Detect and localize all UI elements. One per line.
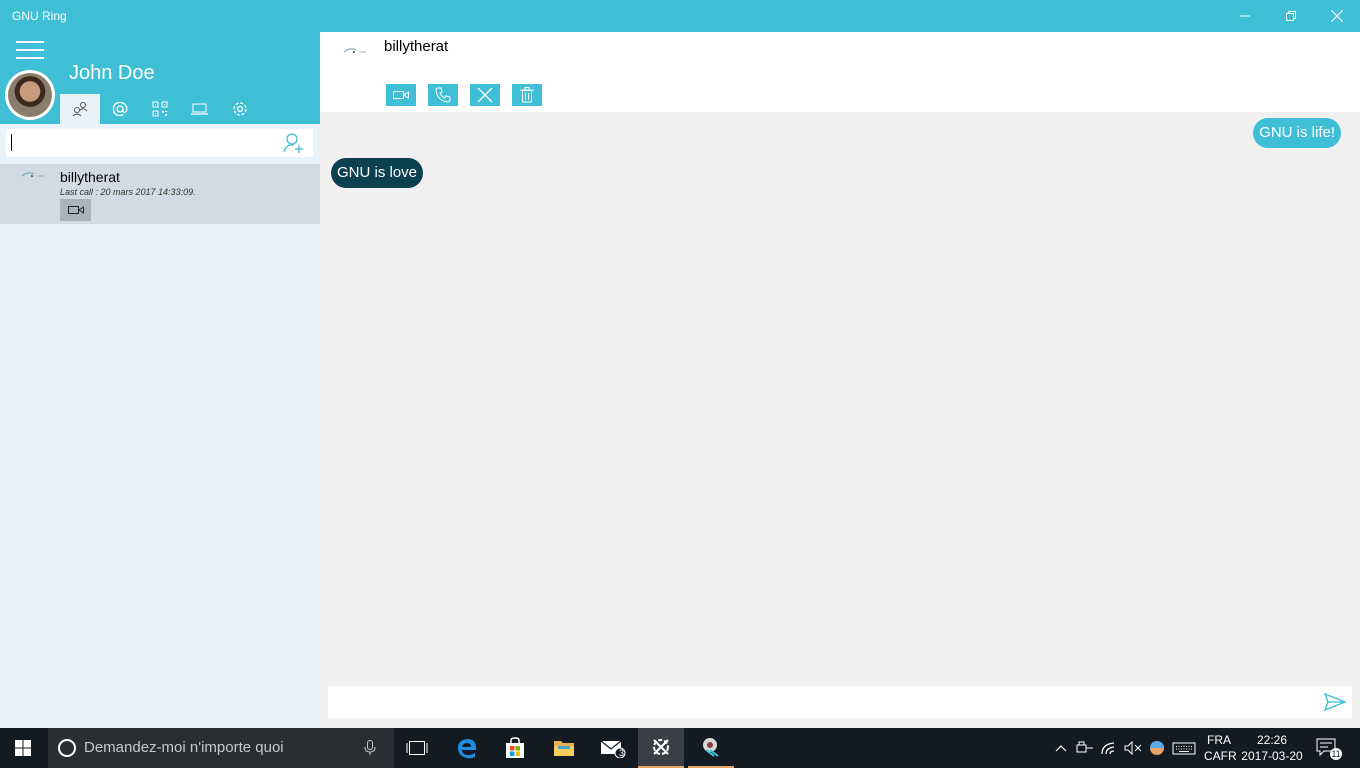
contact-name: billytherat (60, 169, 120, 185)
contacts-icon (72, 102, 88, 117)
chevron-up-icon (1055, 745, 1067, 752)
minimize-button[interactable] (1222, 0, 1268, 32)
taskbar: Demandez-moi n'importe quoi 3 FRA CAFR 2… (0, 728, 1360, 768)
wifi-tray[interactable] (1100, 740, 1118, 756)
close-icon (477, 87, 493, 103)
edge-icon (458, 739, 476, 759)
close-window-button[interactable] (1314, 0, 1360, 32)
language-code: FRA (1207, 733, 1231, 747)
microphone-icon[interactable] (364, 740, 376, 756)
colored-orb-icon (1150, 741, 1164, 755)
volume-tray[interactable] (1124, 740, 1142, 756)
restore-icon (1286, 11, 1296, 21)
search-contact-field[interactable] (6, 129, 313, 157)
app-knot-icon (653, 739, 669, 755)
audio-call-button[interactable] (428, 84, 458, 106)
start-button[interactable] (0, 728, 46, 768)
add-contact-icon[interactable] (283, 132, 305, 154)
phone-icon (435, 87, 451, 103)
user-name: John Doe (69, 62, 155, 84)
trash-icon (520, 87, 534, 103)
video-camera-icon (67, 206, 84, 214)
speaker-muted-icon (1124, 740, 1142, 756)
chat-header: billytherat (320, 32, 1360, 112)
qr-code-icon (152, 101, 168, 117)
send-icon[interactable] (1324, 692, 1346, 712)
sidebar: John Doe billytherat Last call : 20 mars… (0, 32, 320, 728)
network-adapter-tray[interactable] (1076, 740, 1094, 756)
action-center-button[interactable]: 11 (1316, 738, 1342, 760)
keyboard-layout: CAFR (1204, 749, 1237, 763)
tab-contacts[interactable] (60, 94, 100, 124)
clock-time: 22:26 (1256, 733, 1288, 747)
task-view-icon (406, 741, 428, 755)
keyboard-tray[interactable] (1172, 740, 1196, 756)
app-tray-icon[interactable] (1148, 740, 1166, 756)
clock[interactable]: 22:26 2017-03-20 (1240, 732, 1304, 764)
message-compose-field[interactable] (328, 686, 1352, 718)
ethernet-icon (1076, 741, 1093, 753)
contact-list-item[interactable]: billytherat Last call : 20 mars 2017 14:… (0, 164, 320, 224)
incoming-message-bubble: GNU is love (331, 158, 424, 188)
contact-avatar-icon (21, 172, 44, 177)
hamburger-menu-button[interactable] (16, 41, 44, 61)
gnu-ring-taskbar-button[interactable] (688, 728, 734, 768)
mail-badge: 3 (619, 748, 625, 758)
close-icon (1331, 10, 1343, 22)
tab-settings[interactable] (220, 94, 260, 124)
title-bar: GNU Ring (0, 0, 1360, 32)
windows-icon (15, 740, 31, 756)
at-icon (112, 101, 128, 117)
contact-video-call-button[interactable] (60, 199, 91, 221)
show-hidden-icons-button[interactable] (1052, 740, 1070, 756)
input-language[interactable]: FRA CAFR (1204, 732, 1237, 764)
text-cursor (11, 134, 12, 151)
gnu-ring-icon (703, 738, 719, 757)
snipping-app-button[interactable] (638, 728, 684, 768)
avatar-photo (8, 73, 52, 117)
chat-contact-avatar-icon (343, 48, 366, 53)
mail-button[interactable]: 3 (590, 728, 636, 768)
notification-count: 11 (1330, 748, 1342, 760)
gear-icon (233, 102, 247, 116)
close-conversation-button[interactable] (470, 84, 500, 106)
store-button[interactable] (492, 728, 538, 768)
chat-contact-name: billytherat (384, 38, 449, 55)
cortana-search-box[interactable]: Demandez-moi n'importe quoi (48, 728, 394, 768)
file-explorer-button[interactable] (541, 728, 587, 768)
task-view-button[interactable] (394, 728, 440, 768)
restore-button[interactable] (1268, 0, 1314, 32)
message-list: GNU is life! GNU is love (320, 112, 1360, 686)
video-call-button[interactable] (386, 84, 416, 106)
edge-browser-button[interactable] (444, 728, 490, 768)
keyboard-icon (1172, 742, 1196, 755)
cortana-icon (58, 739, 76, 757)
tab-qr-code[interactable] (140, 94, 180, 124)
user-avatar[interactable] (5, 70, 55, 120)
contact-last-call: Last call : 20 mars 2017 14:33:09. (60, 187, 196, 197)
cortana-placeholder: Demandez-moi n'importe quoi (84, 739, 284, 756)
store-icon (506, 737, 524, 758)
outgoing-message-bubble: GNU is life! (1253, 118, 1341, 148)
folder-icon (554, 741, 574, 756)
tab-devices[interactable] (180, 94, 220, 124)
wifi-icon (1101, 742, 1115, 755)
clock-date: 2017-03-20 (1241, 749, 1303, 763)
video-camera-icon (393, 91, 409, 99)
tab-account[interactable] (100, 94, 140, 124)
sidebar-header: John Doe (0, 32, 320, 124)
devices-icon (191, 103, 208, 115)
window-title: GNU Ring (12, 9, 67, 23)
delete-conversation-button[interactable] (512, 84, 542, 106)
minimize-icon (1240, 15, 1250, 17)
